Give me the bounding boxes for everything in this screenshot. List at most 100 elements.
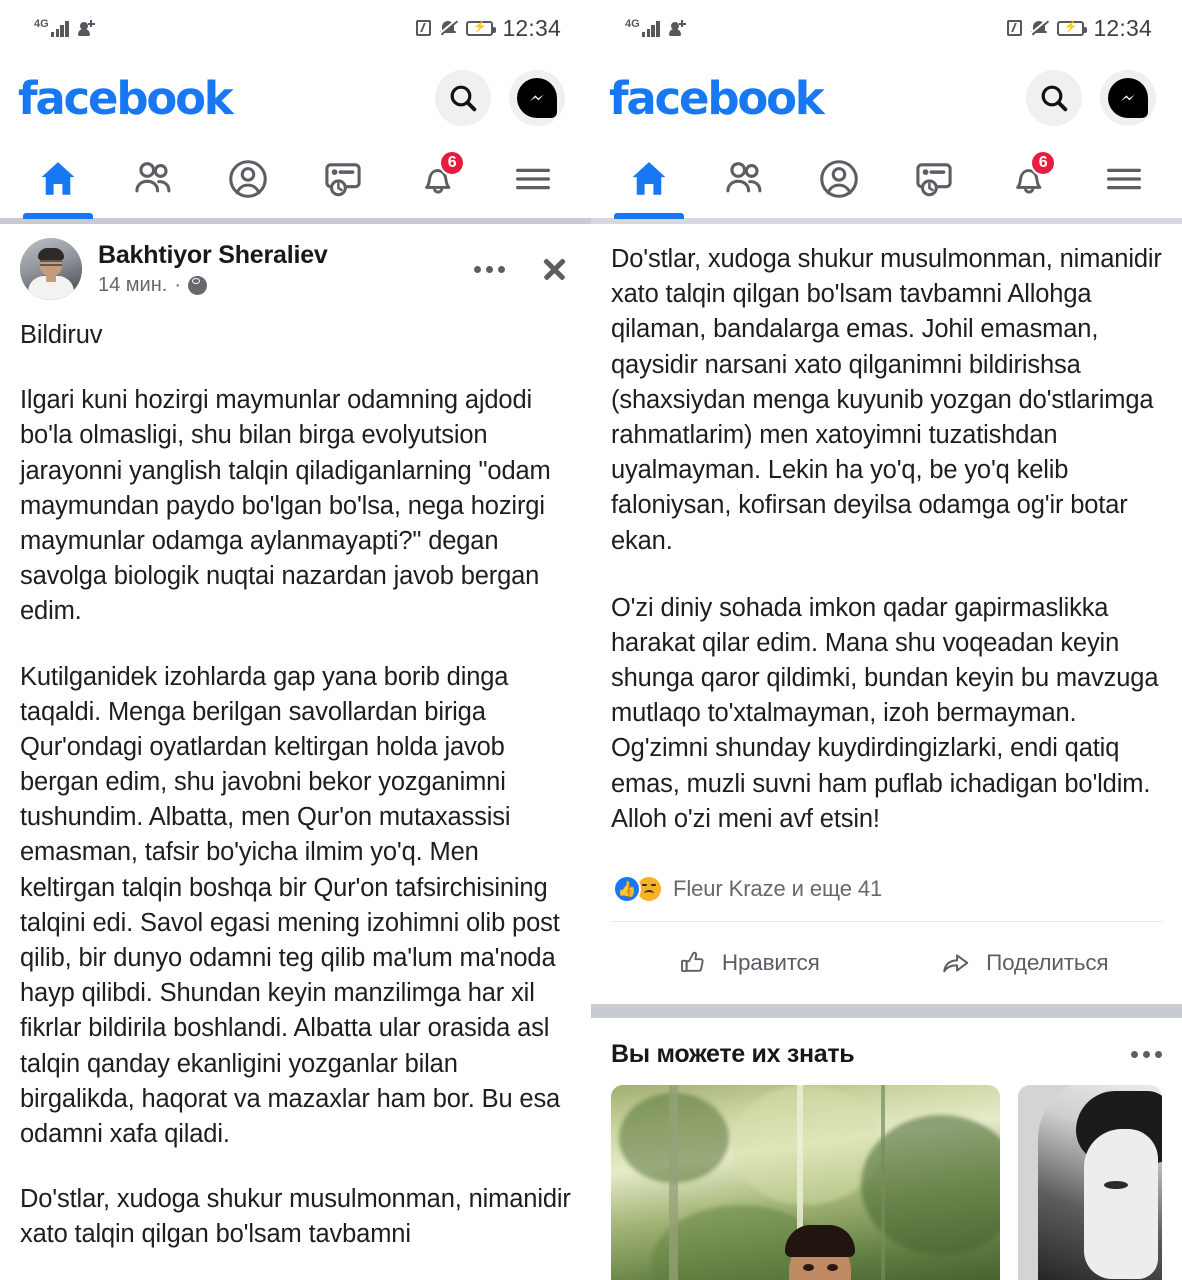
post-card-left: Bakhtiyor Sheraliev 14 мин. · Bildiruv I… xyxy=(0,224,591,1253)
header-actions-left xyxy=(435,70,565,126)
pymk-more-options-button[interactable] xyxy=(1131,1051,1162,1058)
nfc-icon xyxy=(1007,20,1023,36)
profile-icon xyxy=(229,160,267,198)
facebook-logo[interactable]: facebook xyxy=(609,76,825,121)
friends-icon xyxy=(726,162,762,193)
nav-tab-notifications[interactable]: 6 xyxy=(990,140,1068,218)
post-body-left: Bildiruv Ilgari kuni hozirgi maymunlar o… xyxy=(20,306,571,1253)
header-actions-right xyxy=(1026,70,1156,126)
post-subline: 14 мин. · xyxy=(98,274,474,297)
home-icon xyxy=(41,162,75,195)
reactions-summary-row[interactable]: 👍 Fleur Kraze и еще 41 xyxy=(591,869,1182,921)
nav-tab-marketplace[interactable] xyxy=(304,140,382,218)
messenger-icon xyxy=(1108,78,1148,118)
nav-tab-friends[interactable] xyxy=(705,140,783,218)
messenger-icon xyxy=(517,78,557,118)
network-type-label: 4G xyxy=(34,17,49,30)
reaction-count-text: Fleur Kraze и еще 41 xyxy=(673,876,883,901)
pymk-header: Вы можете их знать xyxy=(611,1040,1162,1069)
contact-add-icon xyxy=(77,19,95,37)
suggestion-card-forest[interactable] xyxy=(611,1085,1000,1280)
signal-strength-icon: 4G xyxy=(34,17,69,37)
like-button[interactable]: Нравится xyxy=(611,948,887,978)
status-right-group: ⚡ 12:34 xyxy=(1007,15,1152,42)
battery-icon: ⚡ xyxy=(466,20,497,36)
share-button[interactable]: Поделиться xyxy=(887,947,1163,979)
nav-tab-menu[interactable] xyxy=(1085,140,1163,218)
facebook-header-left: facebook xyxy=(0,56,591,140)
author-name[interactable]: Bakhtiyor Sheraliev xyxy=(98,241,474,270)
search-button[interactable] xyxy=(1026,70,1082,126)
left-phone-screen: 4G ⚡ 12:34 facebook 6 Bakhtiyor Sheralie… xyxy=(0,0,591,1280)
status-clock: 12:34 xyxy=(1093,14,1152,41)
post-paragraph: Kutilganidek izohlarda gap yana borib di… xyxy=(20,662,561,1148)
notifications-badge: 6 xyxy=(1030,150,1057,176)
nfc-icon xyxy=(416,20,432,36)
dual-screenshot-composite: 4G ⚡ 12:34 facebook 6 Bakhtiyor Sheralie… xyxy=(0,0,1182,1280)
friends-icon xyxy=(135,162,171,193)
search-button[interactable] xyxy=(435,70,491,126)
bell-muted-icon xyxy=(440,19,459,37)
status-clock: 12:34 xyxy=(502,14,561,41)
status-left-group: 4G xyxy=(625,17,686,37)
close-icon[interactable] xyxy=(539,254,569,284)
nav-tab-friends[interactable] xyxy=(114,140,192,218)
nav-tabs-right: 6 xyxy=(591,140,1182,219)
messenger-bolt-icon xyxy=(1120,94,1135,102)
network-type-label: 4G xyxy=(625,17,640,30)
signal-bars-icon xyxy=(641,20,660,37)
share-arrow-icon xyxy=(943,954,969,973)
marketplace-icon xyxy=(325,163,361,197)
post-action-bar: Нравится Поделиться xyxy=(611,921,1162,1004)
nav-tab-menu[interactable] xyxy=(494,140,572,218)
contact-add-icon xyxy=(668,19,686,37)
share-button-label: Поделиться xyxy=(986,950,1109,975)
post-separator: · xyxy=(174,273,181,296)
battery-icon: ⚡ xyxy=(1057,20,1088,36)
messenger-button[interactable] xyxy=(1100,70,1156,126)
nav-tab-notifications[interactable]: 6 xyxy=(399,140,477,218)
suggestion-card-portrait[interactable] xyxy=(1017,1085,1162,1280)
right-phone-screen: 4G ⚡ 12:34 facebook 6 Do'stlar, xudoga s… xyxy=(591,0,1182,1280)
reaction-icons: 👍 xyxy=(613,875,663,903)
like-reaction-icon: 👍 xyxy=(613,875,641,903)
hamburger-menu-icon xyxy=(516,168,551,190)
post-paragraph: O'zi diniy sohada imkon qadar gapirmasli… xyxy=(611,593,1159,833)
nav-tab-marketplace[interactable] xyxy=(895,140,973,218)
messenger-bolt-icon xyxy=(529,94,544,102)
globe-icon xyxy=(188,275,207,295)
section-divider xyxy=(591,1004,1182,1018)
profile-icon xyxy=(820,160,858,198)
marketplace-icon xyxy=(916,163,952,197)
people-you-may-know-section: Вы можете их знать xyxy=(591,1018,1182,1280)
pymk-title: Вы можете их знать xyxy=(611,1040,855,1068)
author-avatar[interactable] xyxy=(20,238,82,300)
post-paragraph: Ilgari kuni hozirgi maymunlar odamning a… xyxy=(20,386,551,626)
status-bar-right: 4G ⚡ 12:34 xyxy=(591,0,1182,56)
bell-muted-icon xyxy=(1031,19,1050,37)
nav-tab-home[interactable] xyxy=(610,140,688,219)
post-paragraph: Do'stlar, xudoga shukur musulmonman, nim… xyxy=(611,245,1162,555)
hamburger-menu-icon xyxy=(1107,168,1142,190)
thumbs-up-icon xyxy=(680,951,704,972)
facebook-logo[interactable]: facebook xyxy=(18,76,234,121)
messenger-button[interactable] xyxy=(509,70,565,126)
nav-tab-profile[interactable] xyxy=(209,140,287,218)
notifications-badge: 6 xyxy=(439,150,466,176)
search-icon xyxy=(1041,85,1068,112)
pymk-card-list xyxy=(611,1085,1162,1280)
status-left-group: 4G xyxy=(34,17,95,37)
post-timestamp: 14 мин. xyxy=(98,273,168,296)
post-body-right: Do'stlar, xudoga shukur musulmonman, nim… xyxy=(591,224,1182,837)
signal-bars-icon xyxy=(50,20,69,37)
post-meta: Bakhtiyor Sheraliev 14 мин. · xyxy=(82,241,474,297)
nav-tab-home[interactable] xyxy=(19,140,97,219)
signal-strength-icon: 4G xyxy=(625,17,660,37)
post-header: Bakhtiyor Sheraliev 14 мин. · xyxy=(20,224,571,306)
nav-tab-profile[interactable] xyxy=(800,140,878,218)
facebook-header-right: facebook xyxy=(591,56,1182,140)
nav-tabs-left: 6 xyxy=(0,140,591,219)
post-header-actions xyxy=(474,254,571,284)
like-button-label: Нравится xyxy=(721,950,820,975)
post-more-options-button[interactable] xyxy=(474,265,505,273)
